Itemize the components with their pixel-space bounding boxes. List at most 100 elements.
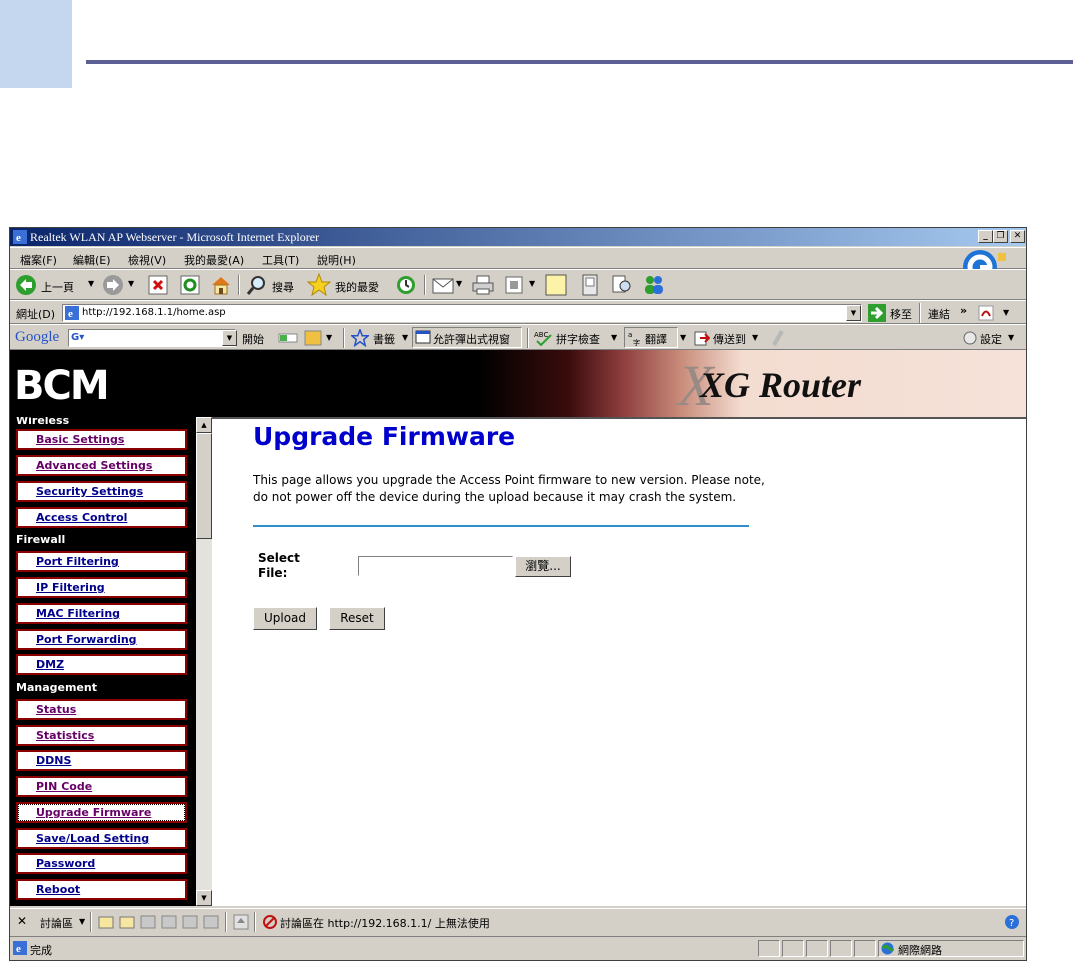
sidebar-item-access-control[interactable]: Access Control	[16, 507, 187, 528]
reset-button[interactable]: Reset	[329, 607, 385, 630]
notes-icon[interactable]	[545, 274, 567, 296]
print-icon[interactable]	[472, 275, 494, 295]
back-button-label[interactable]: 上一頁	[41, 279, 74, 295]
previous-icon[interactable]	[182, 914, 198, 930]
translate-dropdown-icon[interactable]: ▼	[680, 333, 686, 342]
sidebar-item-basic-settings[interactable]: Basic Settings	[16, 429, 187, 450]
edit-icon[interactable]	[505, 276, 523, 294]
send-to-dropdown-icon[interactable]: ▼	[752, 333, 758, 342]
spellcheck-icon[interactable]: ABC	[534, 330, 554, 346]
reply-icon[interactable]	[119, 914, 135, 930]
edit-dropdown-icon[interactable]: ▼	[529, 279, 535, 288]
spellcheck-label[interactable]: 拼字檢查	[556, 331, 600, 347]
google-start-label[interactable]: 開始	[242, 331, 264, 347]
new-discussion-icon[interactable]	[98, 914, 114, 930]
popup-blocker-button[interactable]: 允許彈出式視窗	[412, 327, 522, 348]
browse-button[interactable]: 瀏覽...	[515, 556, 571, 577]
forward-arrow-icon[interactable]	[102, 274, 124, 296]
help-icon[interactable]: ?	[1004, 914, 1020, 930]
translate-button[interactable]: a字 翻譯	[624, 327, 678, 348]
spellcheck-dropdown-icon[interactable]: ▼	[611, 333, 617, 342]
go-arrow-icon[interactable]	[868, 304, 886, 322]
pdf-icon[interactable]	[978, 305, 996, 321]
page-info-dropdown-icon[interactable]: ▼	[326, 333, 332, 342]
address-input[interactable]: e http://192.168.1.1/home.asp	[62, 304, 862, 322]
address-dropdown-icon[interactable]: ▼	[846, 305, 861, 321]
close-icon[interactable]: ✕	[1010, 230, 1025, 243]
discussion-dropdown-icon[interactable]: ▼	[79, 917, 85, 926]
bookmarks-label[interactable]: 書籤	[373, 331, 395, 347]
upload-button[interactable]: Upload	[253, 607, 317, 630]
scroll-down-icon[interactable]: ▼	[196, 890, 212, 906]
subscribe-icon[interactable]	[233, 914, 249, 930]
next-icon[interactable]	[203, 914, 219, 930]
links-label[interactable]: 連結	[928, 306, 950, 322]
page-info-icon[interactable]	[304, 330, 322, 346]
sidebar-item-statistics[interactable]: Statistics	[16, 725, 187, 746]
expand-icon[interactable]	[140, 914, 156, 930]
back-dropdown-icon[interactable]: ▼	[88, 279, 94, 288]
pagerank-icon[interactable]	[278, 331, 298, 345]
sidebar-item-save-load-setting[interactable]: Save/Load Setting	[16, 828, 187, 849]
pdf-dropdown-icon[interactable]: ▼	[1003, 308, 1009, 317]
research-icon[interactable]	[611, 274, 633, 296]
settings-radio-icon[interactable]	[963, 331, 977, 345]
mail-icon[interactable]	[432, 275, 454, 295]
back-arrow-icon[interactable]	[15, 274, 37, 296]
sidebar-item-port-forwarding[interactable]: Port Forwarding	[16, 629, 187, 650]
settings-dropdown-icon[interactable]: ▼	[1008, 333, 1014, 342]
google-search-dropdown-icon[interactable]: ▼	[222, 330, 237, 346]
toolbar-separator	[919, 303, 921, 323]
history-icon[interactable]	[395, 274, 417, 296]
home-icon[interactable]	[210, 274, 232, 296]
search-button-label[interactable]: 搜尋	[272, 279, 294, 295]
favorites-button-label[interactable]: 我的最愛	[335, 279, 379, 295]
sidebar-item-security-settings[interactable]: Security Settings	[16, 481, 187, 502]
go-button-label[interactable]: 移至	[890, 306, 912, 322]
highlighter-icon[interactable]	[770, 329, 786, 347]
menu-edit[interactable]: 編輯(E)	[73, 252, 111, 268]
google-search-input[interactable]: G▾	[68, 329, 236, 347]
sidebar-item-password[interactable]: Password	[16, 853, 187, 874]
menu-favorites[interactable]: 我的最愛(A)	[184, 252, 244, 268]
forward-dropdown-icon[interactable]: ▼	[128, 279, 134, 288]
sidebar-item-ip-filtering[interactable]: IP Filtering	[16, 577, 187, 598]
sidebar-scrollbar[interactable]: ▲ ▼	[196, 417, 212, 906]
msn-messenger-icon[interactable]	[642, 274, 666, 296]
menu-tools[interactable]: 工具(T)	[262, 252, 299, 268]
sidebar-item-advanced-settings[interactable]: Advanced Settings	[16, 455, 187, 476]
sidebar-item-upgrade-firmware[interactable]: Upgrade Firmware	[16, 802, 187, 823]
menu-help[interactable]: 說明(H)	[317, 252, 356, 268]
search-icon[interactable]	[246, 274, 268, 296]
stop-icon[interactable]	[148, 275, 168, 295]
minimize-icon[interactable]: _	[978, 230, 993, 243]
discussion-label[interactable]: 討論區	[40, 915, 73, 931]
sidebar-item-status[interactable]: Status	[16, 699, 187, 720]
refresh-icon[interactable]	[180, 275, 200, 295]
section-wireless: Wireless	[16, 417, 70, 427]
collapse-icon[interactable]	[161, 914, 177, 930]
chevron-right-icon[interactable]: »	[960, 304, 967, 317]
send-to-icon[interactable]	[694, 330, 710, 346]
sidebar-item-pin-code[interactable]: PIN Code	[16, 776, 187, 797]
favorites-star-icon[interactable]	[307, 273, 331, 297]
sidebar-item-reboot[interactable]: Reboot	[16, 879, 187, 900]
sidebar-item-dmz[interactable]: DMZ	[16, 654, 187, 675]
close-discussion-icon[interactable]: ✕	[17, 914, 27, 928]
scroll-up-icon[interactable]: ▲	[196, 417, 212, 433]
divider	[253, 525, 749, 527]
mail-dropdown-icon[interactable]: ▼	[456, 279, 462, 288]
menu-view[interactable]: 檢視(V)	[128, 252, 166, 268]
menu-file[interactable]: 檔案(F)	[20, 252, 57, 268]
settings-label[interactable]: 設定	[980, 331, 1002, 347]
messenger-device-icon[interactable]	[582, 274, 598, 296]
sidebar-item-ddns[interactable]: DDNS	[16, 750, 187, 771]
file-path-input[interactable]	[358, 556, 513, 576]
send-to-label[interactable]: 傳送到	[713, 331, 746, 347]
bookmarks-dropdown-icon[interactable]: ▼	[402, 333, 408, 342]
scroll-thumb[interactable]	[196, 433, 212, 539]
restore-icon[interactable]: ❐	[993, 230, 1008, 243]
sidebar-item-port-filtering[interactable]: Port Filtering	[16, 551, 187, 572]
sidebar-item-mac-filtering[interactable]: MAC Filtering	[16, 603, 187, 624]
bookmark-star-icon[interactable]	[351, 329, 369, 347]
